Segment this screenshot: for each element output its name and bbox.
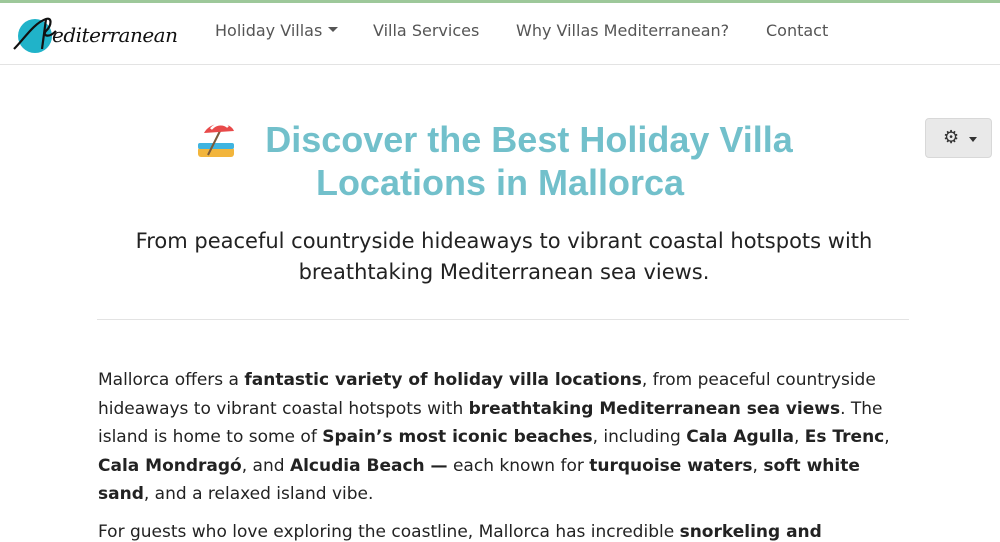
nav-holiday-villas-label: Holiday Villas [215, 21, 323, 40]
text: , and [241, 455, 290, 476]
gear-icon: ⚙ [943, 127, 960, 148]
text: , [752, 455, 764, 476]
bold-text: snorkeling and [679, 522, 822, 542]
page-title-line-1: Discover the Best Holiday Villa [265, 119, 793, 160]
text: , including [592, 427, 687, 447]
bold-text: turquoise waters [589, 455, 753, 476]
text: , [884, 427, 890, 447]
caret-down-icon [328, 27, 339, 32]
bold-text: fantastic variety of holiday villa locat… [244, 370, 642, 390]
text: Mallorca offers a [98, 370, 245, 390]
bold-text: Spain’s most iconic beaches [322, 427, 593, 447]
bold-text: Cala Mondragó [98, 455, 242, 476]
page-subtitle: From peaceful countryside hideaways to v… [98, 226, 910, 288]
intro-paragraph: Mallorca offers a fantastic variety of h… [98, 366, 910, 509]
subtitle-line-1: From peaceful countryside hideaways to v… [135, 229, 873, 253]
page-title-line-2: Locations in Mallorca [315, 162, 685, 203]
site-logo[interactable]: editerranean [12, 9, 178, 59]
top-navbar: editerranean Holiday Villas Villa Servic… [0, 3, 1000, 65]
caret-down-icon [969, 137, 977, 142]
text: each known for [447, 455, 590, 476]
page-title: Discover the Best Holiday Villa Location… [150, 118, 850, 204]
bold-text: Cala Agulla [686, 427, 794, 447]
bold-text: Alcudia Beach — [289, 455, 448, 476]
section-divider [97, 319, 909, 320]
nav-contact[interactable]: Contact [766, 21, 828, 40]
nav-villa-services[interactable]: Villa Services [373, 21, 479, 40]
settings-dropdown-button[interactable]: ⚙ [925, 118, 992, 158]
text: , [793, 427, 805, 447]
coastline-paragraph: For guests who love exploring the coastl… [98, 518, 910, 542]
text: For guests who love exploring the coastl… [98, 522, 680, 542]
logo-text: editerranean [52, 23, 178, 47]
text: , and a relaxed island vibe. [143, 484, 374, 504]
bold-text: Es Trenc [804, 427, 885, 447]
subtitle-line-2: breathtaking Mediterranean sea views. [298, 260, 710, 284]
nav-holiday-villas[interactable]: Holiday Villas [215, 21, 339, 40]
bold-text: breathtaking Mediterranean sea views [468, 398, 841, 419]
nav-why-villas-mediterranean[interactable]: Why Villas Mediterranean? [516, 21, 729, 40]
